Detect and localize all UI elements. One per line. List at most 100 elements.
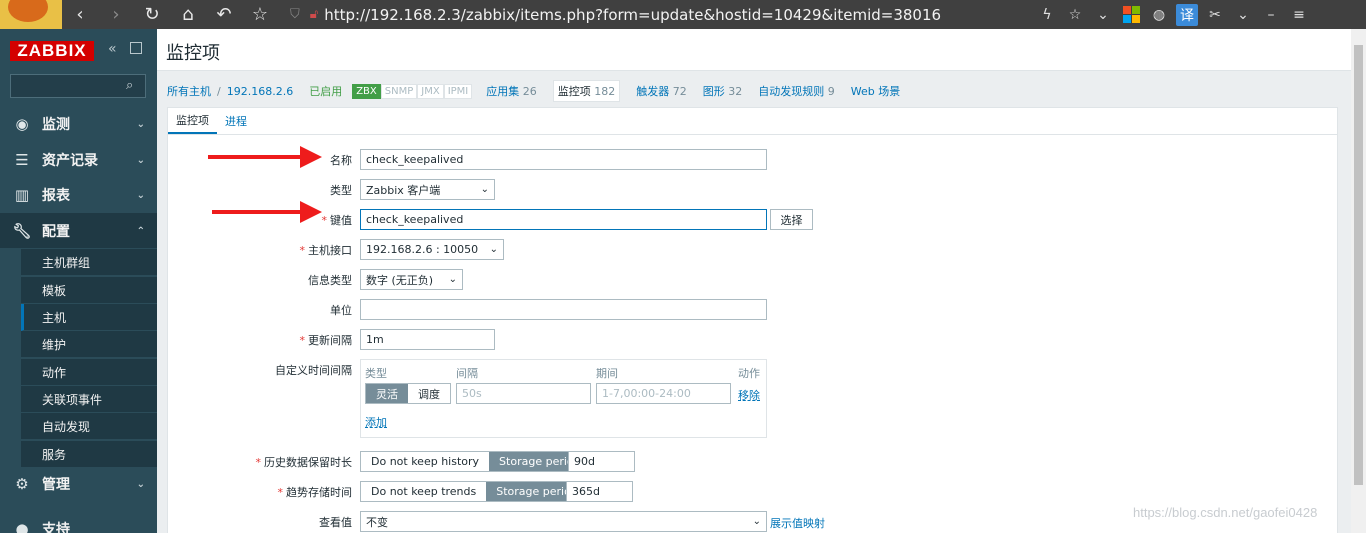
bar-chart-icon: ▥ (14, 186, 30, 204)
scheduling-option[interactable]: 调度 (408, 384, 450, 403)
submenu-host-groups[interactable]: 主机群组 (21, 249, 157, 276)
menu-configuration[interactable]: 🔧︎ 配置 ⌃ (0, 213, 157, 249)
breadcrumb-triggers[interactable]: 触发器 72 (636, 83, 687, 99)
menu-icon[interactable]: ≡ (1288, 4, 1310, 26)
type-select[interactable]: Zabbix 客户端 ⌄ (360, 179, 495, 200)
tab-favicon[interactable] (0, 0, 62, 29)
chevron-down-icon: ⌄ (752, 516, 761, 527)
breadcrumb-label: 监控项 (557, 85, 591, 98)
undo-icon[interactable]: ↶ (206, 0, 242, 29)
breadcrumb-web-scenarios[interactable]: Web 场景 (851, 83, 900, 99)
valuemap-label: 查看值 (319, 516, 352, 529)
add-link[interactable]: 添加 (365, 414, 387, 430)
breadcrumb-applications[interactable]: 应用集 26 (486, 83, 537, 99)
eye-icon: ◉ (15, 115, 29, 133)
tab-item[interactable]: 监控项 (168, 108, 217, 134)
required-asterisk: * (255, 456, 262, 469)
valuemap-select[interactable]: 不变 ⌄ (360, 511, 767, 532)
menu-reports[interactable]: ▥ 报表 ⌄ (0, 177, 157, 213)
chevron-down-icon: ⌄ (136, 189, 145, 201)
address-bar[interactable]: ⛉ 🔓︎ http://192.168.2.3/zabbix/items.php… (290, 3, 1028, 26)
menu-label: 配置 (42, 224, 70, 240)
breadcrumb-discovery-rules[interactable]: 自动发现规则 9 (758, 83, 835, 99)
remove-link[interactable]: 移除 (738, 387, 760, 403)
chevron-down-icon[interactable]: ⌄ (1232, 4, 1254, 26)
submenu-actions[interactable]: 动作 (21, 359, 157, 386)
menu-monitoring[interactable]: ◉ 监测 ⌄ (0, 106, 157, 142)
lightning-icon[interactable]: ϟ (1036, 4, 1058, 26)
bookmark-star-icon[interactable]: ☆ (242, 0, 278, 29)
office-icon[interactable] (1120, 4, 1142, 26)
chevron-down-icon[interactable]: ⌄ (1092, 4, 1114, 26)
reload-icon[interactable]: ↻ (134, 0, 170, 29)
period-field[interactable]: 1-7,00:00-24:00 (596, 383, 731, 404)
tab-bar: 监控项 进程 (168, 108, 1337, 135)
custom-intervals-table: 类型 间隔 期间 动作 灵活 调度 50s 1-7,00:00-24:00 移除… (360, 359, 767, 438)
select-value: 192.168.2.6 : 10050 (366, 243, 479, 256)
update-interval-field[interactable]: 1m (360, 329, 495, 350)
page-scrollbar[interactable] (1351, 29, 1366, 533)
submenu-discovery[interactable]: 自动发现 (21, 413, 157, 440)
history-mode-toggle[interactable]: Do not keep history Storage period (360, 451, 592, 472)
scissors-icon[interactable]: ✂ (1204, 4, 1226, 26)
minimize-icon[interactable]: – (1260, 4, 1282, 26)
tab-preprocessing[interactable]: 进程 (217, 108, 255, 134)
breadcrumb-label: 应用集 (486, 85, 520, 98)
history-field[interactable]: 90d (568, 451, 635, 472)
breadcrumb-count: 182 (594, 85, 616, 98)
type-label: 类型 (330, 184, 352, 197)
submenu-templates[interactable]: 模板 (21, 277, 157, 304)
back-icon[interactable]: ‹ (62, 0, 98, 29)
show-value-mappings-link[interactable]: 展示值映射 (770, 515, 825, 531)
select-key-button[interactable]: 选择 (770, 209, 813, 230)
forward-icon[interactable]: › (98, 0, 134, 29)
no-keep-trends-option[interactable]: Do not keep trends (361, 482, 487, 501)
globe-icon[interactable]: ◍ (1148, 4, 1170, 26)
breadcrumb-label: 触发器 (636, 85, 670, 98)
translate-icon[interactable]: 译 (1176, 3, 1198, 26)
favorite-star-icon[interactable]: ☆ (1064, 4, 1086, 26)
menu-administration[interactable]: ⚙ 管理 ⌄ (0, 466, 157, 502)
breadcrumb-graphs[interactable]: 图形 32 (703, 83, 743, 99)
breadcrumb-count: 26 (522, 85, 537, 98)
name-field[interactable]: check_keepalived (360, 149, 767, 170)
breadcrumb-count: 72 (672, 85, 687, 98)
scrollbar-thumb[interactable] (1354, 45, 1363, 485)
submenu-services[interactable]: 服务 (21, 441, 157, 468)
main-content: 监控项 所有主机 / 192.168.2.6 已启用 ZBX SNMP JMX … (157, 29, 1351, 533)
units-field[interactable] (360, 299, 767, 320)
interface-select[interactable]: 192.168.2.6 : 10050 ⌄ (360, 239, 504, 260)
breadcrumb-items[interactable]: 监控项 182 (552, 80, 621, 102)
submenu-correlation[interactable]: 关联项事件 (21, 386, 157, 413)
search-icon[interactable]: ⌕ (126, 78, 141, 93)
breadcrumb: 所有主机 / 192.168.2.6 已启用 ZBX SNMP JMX IPMI… (167, 80, 916, 102)
shield-icon: ⛉ (290, 7, 300, 22)
trends-field[interactable]: 365d (566, 481, 633, 502)
home-icon[interactable]: ⌂ (170, 0, 206, 29)
column-header: 期间 (596, 367, 618, 380)
annotation-arrow (212, 201, 322, 223)
collapse-sidebar-icon[interactable]: « (108, 41, 117, 57)
tag-zbx: ZBX (352, 83, 381, 99)
units-label: 单位 (330, 304, 352, 317)
insecure-lock-icon[interactable]: 🔓︎ (310, 7, 318, 22)
breadcrumb-all-hosts[interactable]: 所有主机 (167, 83, 211, 99)
info-type-select[interactable]: 数字 (无正负) ⌄ (360, 269, 463, 290)
gear-icon: ⚙ (15, 475, 29, 493)
no-keep-history-option[interactable]: Do not keep history (361, 452, 490, 471)
menu-support[interactable]: ● 支持 (0, 511, 157, 533)
breadcrumb-host[interactable]: 192.168.2.6 (227, 85, 293, 98)
required-asterisk: * (321, 214, 328, 227)
trends-mode-toggle[interactable]: Do not keep trends Storage period (360, 481, 589, 502)
kiosk-mode-icon[interactable] (130, 42, 142, 54)
search-input[interactable]: ⌕ (10, 74, 146, 98)
host-status-enabled[interactable]: 已启用 (309, 83, 342, 99)
submenu-hosts[interactable]: 主机 (21, 304, 157, 331)
flexible-option[interactable]: 灵活 (366, 384, 408, 403)
interval-field[interactable]: 50s (456, 383, 591, 404)
menu-inventory[interactable]: ☰ 资产记录 ⌄ (0, 142, 157, 178)
zabbix-logo[interactable]: ZABBIX (10, 41, 94, 61)
submenu-maintenance[interactable]: 维护 (21, 331, 157, 358)
interval-type-toggle[interactable]: 灵活 调度 (365, 383, 451, 404)
key-field[interactable]: check_keepalived (360, 209, 767, 230)
